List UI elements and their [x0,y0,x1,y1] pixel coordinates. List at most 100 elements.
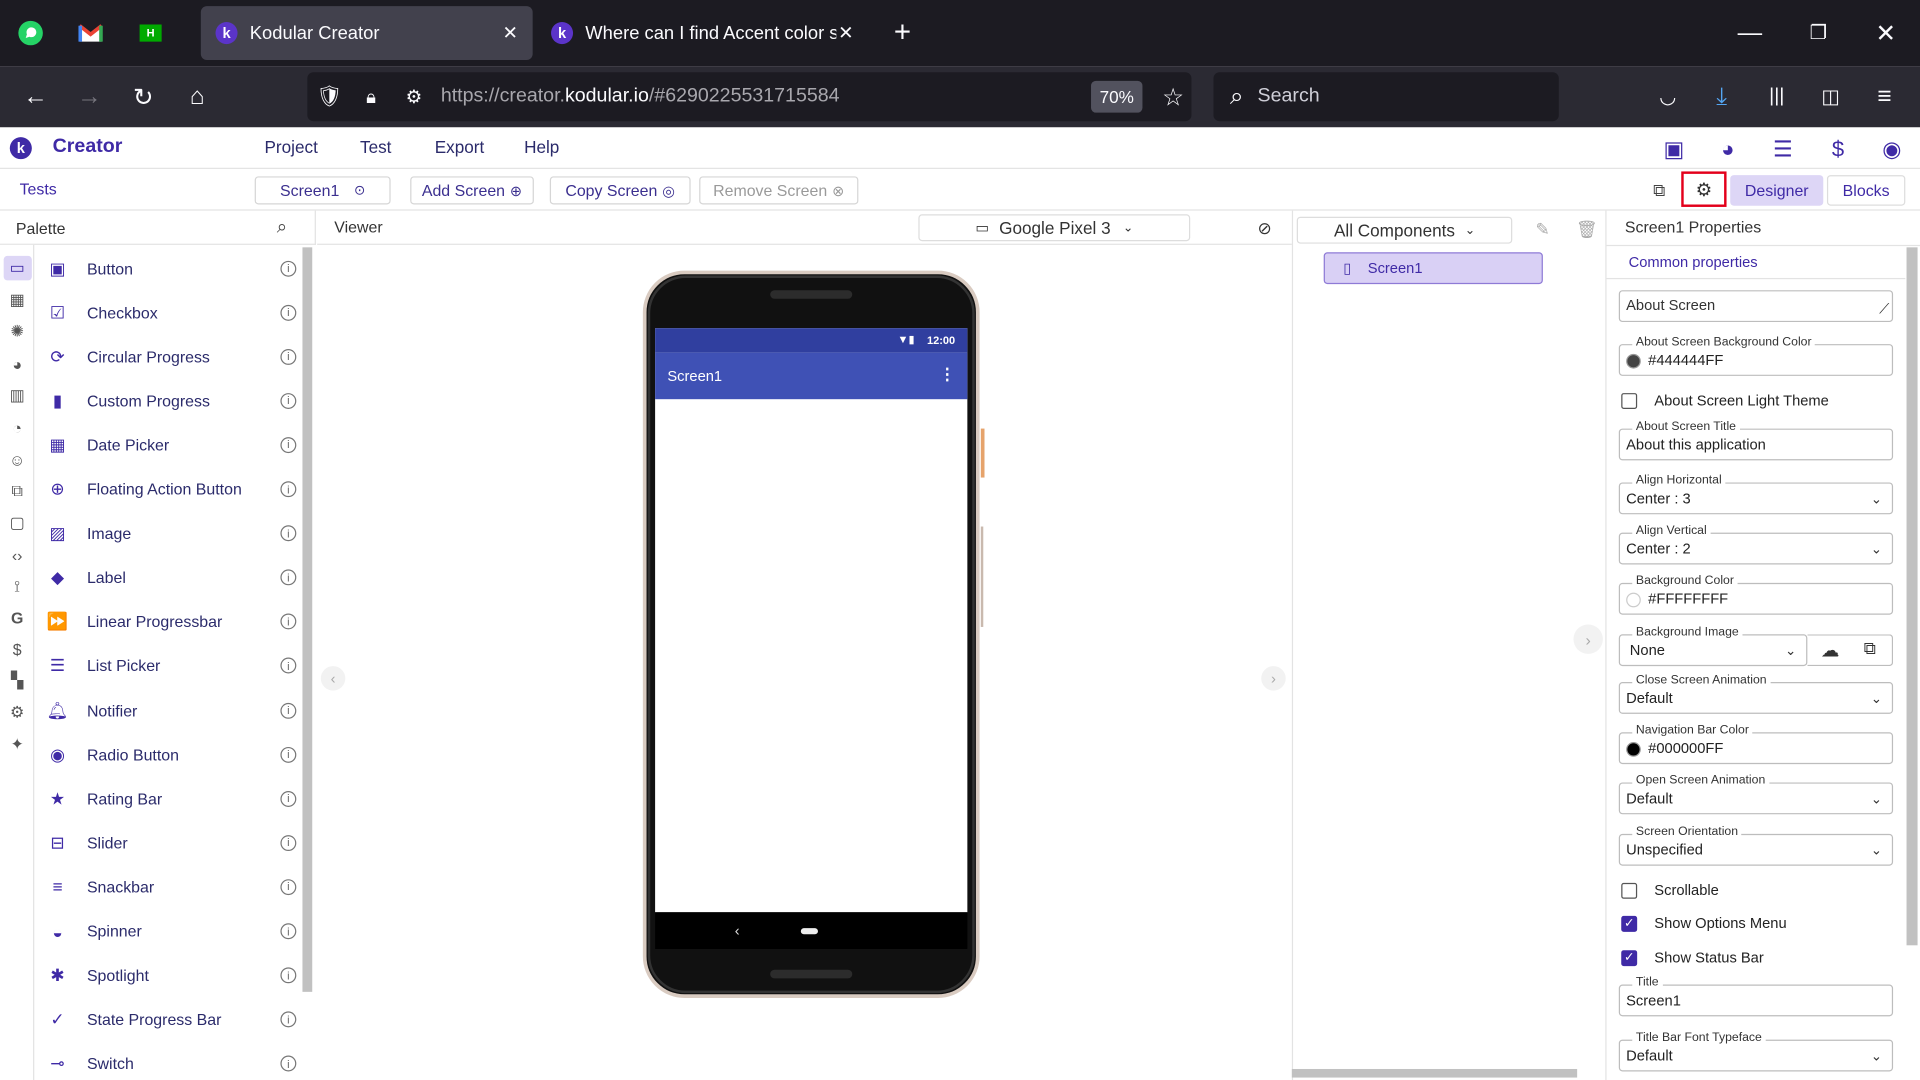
align-horizontal-select[interactable]: Align Horizontal Center : 3 ⌄ [1618,473,1894,515]
screen-orientation-select[interactable]: Screen Orientation Unspecified ⌄ [1618,825,1894,866]
screen-select[interactable]: Screen1 ⊙ [254,176,391,205]
info-icon[interactable]: i [280,746,297,763]
tab-kodular-creator[interactable]: k Kodular Creator ✕ [200,6,533,61]
media-category-icon[interactable]: ✺ [7,322,27,342]
info-icon[interactable]: i [280,790,297,807]
palette-theme-icon[interactable]: ◕ [1716,137,1740,161]
title-field[interactable]: Title Screen1 [1618,975,1894,1017]
navigation-bar-color-field[interactable]: Navigation Bar Color #000000FF [1618,723,1894,765]
layout-category-icon[interactable]: ▦ [7,290,27,310]
checkbox-box[interactable]: ✓ [1621,949,1638,966]
palette-item[interactable]: ◉ Radio Button i [37,732,304,776]
info-icon[interactable]: i [280,525,297,542]
background-image-select[interactable]: Background Image None ⌄ [1618,625,1808,667]
common-properties-tab[interactable]: Common properties [1629,253,1758,270]
checkbox-box[interactable] [1621,882,1638,899]
tab-accent-color[interactable]: k Where can I find Accent color sc ✕ [539,6,863,60]
show-options-menu-checkbox[interactable]: ✓ Show Options Menu [1621,912,1787,934]
overflow-menu-icon[interactable]: ⋮ [939,365,955,385]
delete-trash-icon[interactable]: 🗑︎ [1576,219,1598,240]
palette-item[interactable]: ☑ Checkbox i [37,290,304,334]
nav-back-icon[interactable]: ‹ [735,922,740,939]
background-color-field[interactable]: Background Color #FFFFFFFF [1618,574,1894,615]
utilities-category-icon[interactable]: ▢ [7,513,27,533]
palette-item[interactable]: ▦ Date Picker i [37,423,304,467]
extensions-category-icon[interactable]: ✦ [7,735,27,755]
monetization-category-icon[interactable]: $ [7,639,27,659]
maps-category-icon[interactable]: ▥ [7,386,27,406]
palette-item[interactable]: ☰ List Picker i [37,644,304,688]
info-icon[interactable]: i [280,658,297,674]
hamburger-menu-icon[interactable]: ≡ [1871,83,1898,110]
forward-icon[interactable]: → [76,83,103,110]
palette-item[interactable]: ▣ Button i [37,246,304,290]
store-dollar-icon[interactable]: $ [1826,137,1850,161]
about-screen-title-field[interactable]: About Screen Title About this applicatio… [1618,420,1894,461]
my-projects-icon[interactable]: ▣ [1662,137,1686,161]
guide-icon[interactable]: ☰ [1771,137,1795,161]
bookmark-star-icon[interactable]: ☆ [1160,83,1187,111]
palette-item[interactable]: ✓ State Progress Bar i [37,998,304,1042]
checkbox-box[interactable] [1621,392,1638,409]
palette-item[interactable]: ✱ Spotlight i [37,953,304,997]
info-icon[interactable]: i [280,613,297,630]
info-icon[interactable]: i [280,834,297,851]
home-icon[interactable]: ⌂ [184,83,211,110]
add-screen-button[interactable]: Add Screen ⊕ [410,176,534,205]
info-icon[interactable]: i [280,569,297,586]
minimize-window-icon[interactable]: — [1736,19,1763,47]
downloads-icon[interactable]: ⤓ [1708,83,1735,110]
close-tab-icon[interactable]: ✕ [838,22,853,44]
menu-export[interactable]: Export [435,137,485,157]
gmail-pinned-tab[interactable] [76,20,105,47]
new-tab-icon[interactable]: + [889,16,916,49]
kodular-logo-icon[interactable]: k [9,137,32,160]
palette-item[interactable]: ▨ Image i [37,511,304,555]
reload-icon[interactable]: ↻ [130,83,157,111]
restore-window-icon[interactable]: ❐ [1805,20,1832,47]
palette-scrollbar[interactable] [302,247,313,992]
feed-category-icon[interactable]: ⟟ [7,577,27,597]
scroll-left-icon[interactable]: ‹ [320,666,346,691]
remove-screen-button[interactable]: Remove Screen ⊗ [699,176,859,205]
open-screen-animation-select[interactable]: Open Screen Animation Default ⌄ [1618,773,1894,815]
scroll-right-icon[interactable]: › [1261,666,1286,691]
whatsapp-pinned-tab[interactable] [16,20,45,47]
palette-item[interactable]: ◒ Spinner i [37,909,304,953]
info-icon[interactable]: i [280,481,297,498]
checkbox-box[interactable]: ✓ [1621,915,1638,932]
menu-project[interactable]: Project [264,137,317,157]
close-tab-icon[interactable]: ✕ [503,22,518,44]
info-icon[interactable]: i [280,967,297,984]
show-status-bar-checkbox[interactable]: ✓ Show Status Bar [1621,947,1764,969]
pocket-icon[interactable]: ◡ [1654,83,1681,110]
palette-item[interactable]: ⏩ Linear Progressbar i [37,600,304,644]
tab-blocks[interactable]: Blocks [1826,175,1906,206]
library-icon[interactable]: ||| [1763,83,1790,110]
dynamic-category-icon[interactable]: ▚ [7,671,27,691]
google-category-icon[interactable]: G [7,607,27,627]
storage-category-icon[interactable]: ⧉ [7,481,27,501]
palette-item[interactable]: ⊕ Floating Action Button i [37,467,304,511]
lock-icon[interactable]: 🔒︎ [359,83,383,110]
info-icon[interactable]: i [280,879,297,895]
permissions-icon[interactable]: ⚙︎ [400,83,427,110]
project-settings-gear-button[interactable]: ⚙ [1681,171,1727,207]
user-interface-category-icon[interactable]: ▭ [7,258,27,278]
palette-item[interactable]: ⟳ Circular Progress i [37,335,304,379]
hackernoon-pinned-tab[interactable]: H [136,20,165,47]
align-vertical-select[interactable]: Align Vertical Center : 2 ⌄ [1618,524,1894,565]
components-h-scrollbar[interactable] [1291,1068,1578,1078]
phone-screen[interactable] [655,328,968,913]
hide-components-icon[interactable]: ⊘ [1258,218,1272,239]
scrollable-checkbox[interactable]: Scrollable [1621,879,1719,901]
info-icon[interactable]: i [280,923,297,940]
drawing-category-icon[interactable]: ◕ [7,354,27,374]
connectivity-category-icon[interactable]: ‹› [7,545,27,565]
info-icon[interactable]: i [280,304,297,321]
experimental-category-icon[interactable]: ⚙ [7,703,27,723]
info-icon[interactable]: i [280,260,297,277]
info-icon[interactable]: i [280,348,297,365]
sensors-category-icon[interactable]: ◔ [7,418,27,438]
palette-item[interactable]: ▮ Custom Progress i [37,379,304,423]
